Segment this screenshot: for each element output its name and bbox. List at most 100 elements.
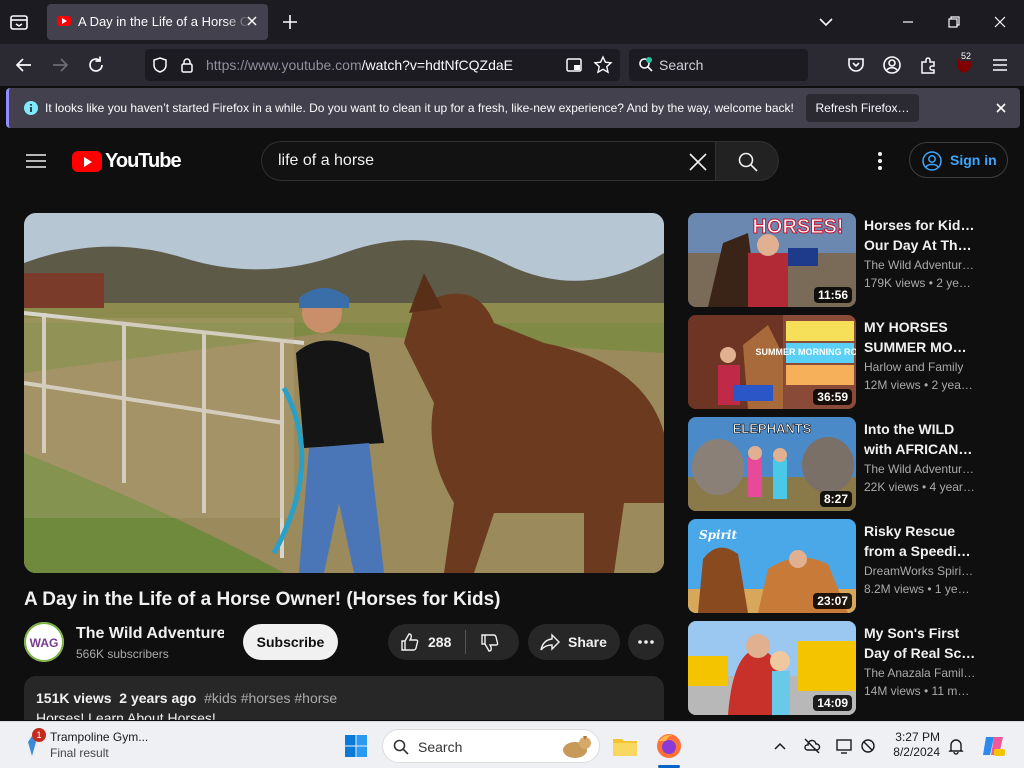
related-video-2[interactable]: SUMMER MORNING ROUTINE 36:59 MY HORSES SU…: [688, 315, 988, 409]
related-title-line1: Into the WILD: [864, 421, 955, 437]
related-meta: 179K views • 2 years ago: [864, 276, 976, 290]
related-title[interactable]: Risky Rescue from a Speeding Train: [864, 521, 976, 561]
related-channel[interactable]: DreamWorks Spirit: [864, 564, 976, 578]
related-title-line1: My Son's First: [864, 625, 960, 641]
url-bar[interactable]: https://www.youtube.com/watch?v=hdtNfCQZ…: [145, 49, 620, 81]
description-box[interactable]: 151K views 2 years ago #kids #horses #ho…: [24, 676, 664, 720]
related-meta: 8.2M views • 1 year ago: [864, 582, 976, 596]
browser-search-bar[interactable]: Search: [629, 49, 808, 81]
thumbs-down-icon[interactable]: [480, 633, 500, 653]
more-actions-button[interactable]: [628, 624, 664, 660]
related-video-4[interactable]: Spirit 23:07 Risky Rescue from a Speeding…: [688, 519, 988, 613]
account-icon[interactable]: [881, 54, 903, 76]
related-meta: 22K views • 4 years ago: [864, 480, 976, 494]
sign-in-button[interactable]: Sign in: [909, 142, 1008, 178]
active-tab[interactable]: A Day in the Life of a Horse Owner! (Hor…: [47, 4, 268, 40]
firefox-icon[interactable]: [654, 731, 684, 761]
search-query-text: life of a horse: [278, 152, 375, 169]
related-title[interactable]: Into the WILD with AFRICAN ELEPHANTS: [864, 419, 976, 459]
upload-age: 2 years ago: [119, 690, 197, 706]
related-title[interactable]: My Son's First Day of Real School: [864, 623, 976, 663]
refresh-firefox-button[interactable]: Refresh Firefox…: [806, 94, 919, 122]
video-duration: 23:07: [813, 593, 852, 609]
video-title: A Day in the Life of a Horse Owner! (Hor…: [24, 589, 501, 610]
copilot-icon[interactable]: [980, 733, 1006, 759]
minimize-window-icon[interactable]: [898, 12, 918, 32]
youtube-search-button[interactable]: [715, 141, 779, 181]
thumbs-up-icon[interactable]: [400, 632, 420, 652]
like-count[interactable]: 288: [428, 634, 451, 650]
widget-title: Trampoline Gym...: [50, 730, 149, 744]
cloud-off-icon[interactable]: [802, 736, 822, 756]
taskbar-search-box[interactable]: Search: [382, 729, 600, 763]
share-button[interactable]: Share: [528, 624, 620, 660]
related-meta: 14M views • 11 months ago: [864, 684, 976, 698]
channel-avatar[interactable]: WAG: [24, 622, 64, 662]
picture-in-picture-icon[interactable]: [565, 56, 583, 74]
related-channel[interactable]: Harlow and Family: [864, 360, 976, 374]
related-channel[interactable]: The Wild Adventure Girl: [864, 258, 976, 272]
extensions-puzzle-icon[interactable]: [917, 54, 939, 76]
chevron-up-icon[interactable]: [770, 736, 790, 756]
file-explorer-icon[interactable]: [610, 731, 640, 761]
related-thumbnail[interactable]: ELEPHANTS 8:27: [688, 417, 856, 511]
related-thumbnail[interactable]: SUMMER MORNING ROUTINE 36:59: [688, 315, 856, 409]
share-label: Share: [568, 634, 607, 650]
related-title-line1: Horses for Kids |: [864, 217, 976, 233]
related-title[interactable]: Horses for Kids | Our Day At The Rodeo: [864, 215, 976, 255]
windows-start-icon[interactable]: [344, 734, 368, 758]
restore-window-icon[interactable]: [944, 12, 964, 32]
related-title-line1: Risky Rescue: [864, 523, 956, 539]
back-arrow-icon[interactable]: [13, 54, 35, 76]
browser-tab-strip: A Day in the Life of a Horse Owner! (Hor…: [0, 0, 1024, 44]
info-icon: [24, 101, 38, 115]
pocket-icon[interactable]: [845, 54, 867, 76]
guide-menu-icon[interactable]: [26, 153, 46, 169]
bookmark-star-icon[interactable]: [593, 55, 613, 75]
lock-icon[interactable]: [178, 56, 196, 74]
refresh-firefox-notification: It looks like you haven’t started Firefo…: [6, 88, 1020, 128]
close-notification-icon[interactable]: [993, 100, 1009, 116]
hamburger-menu-icon[interactable]: [989, 54, 1011, 76]
youtube-search-input[interactable]: life of a horse: [261, 141, 715, 181]
clear-search-icon[interactable]: [688, 152, 708, 172]
hashtags[interactable]: #kids #horses #horse: [204, 690, 337, 706]
widgets-button[interactable]: 1 Trampoline Gym... Final result: [22, 728, 172, 764]
subscribe-button[interactable]: Subscribe: [243, 624, 338, 660]
close-window-icon[interactable]: [990, 12, 1010, 32]
forward-arrow-icon[interactable]: [49, 54, 71, 76]
browser-search-placeholder: Search: [659, 57, 704, 73]
related-thumbnail[interactable]: 14:09: [688, 621, 856, 715]
tab-title: A Day in the Life of a Horse Owner! (Hor…: [78, 14, 250, 29]
related-video-3[interactable]: ELEPHANTS 8:27 Into the WILD with AFRICAN…: [688, 417, 988, 511]
youtube-favicon-icon: [57, 16, 71, 26]
related-channel[interactable]: The Anazala Family: [864, 666, 976, 680]
related-channel[interactable]: The Wild Adventure Girl: [864, 462, 976, 476]
search-icon: [738, 152, 758, 172]
related-thumbnail[interactable]: Spirit 23:07: [688, 519, 856, 613]
subscriber-count: 566K subscribers: [76, 647, 169, 661]
display-icon[interactable]: [834, 736, 854, 756]
more-vertical-icon[interactable]: [870, 150, 890, 172]
related-video-5[interactable]: 14:09 My Son's First Day of Real School T…: [688, 621, 988, 715]
shield-icon[interactable]: [151, 56, 169, 74]
system-clock[interactable]: 3:27 PM 8/2/2024: [888, 730, 940, 760]
like-divider: [465, 630, 466, 654]
taskbar-search-label: Search: [418, 739, 463, 755]
new-tab-plus-icon[interactable]: [280, 12, 300, 32]
video-player[interactable]: [24, 213, 664, 573]
related-channel-name: DreamWorks Spirit: [864, 564, 965, 578]
description-meta: 151K views 2 years ago #kids #horses #ho…: [36, 690, 337, 706]
channel-name[interactable]: The Wild Adventure Girl: [76, 625, 224, 643]
close-tab-icon[interactable]: [244, 13, 260, 29]
reload-icon[interactable]: [85, 54, 107, 76]
video-duration: 36:59: [813, 389, 852, 405]
tab-list-icon[interactable]: [8, 11, 30, 33]
bell-icon[interactable]: [946, 736, 966, 756]
network-off-icon[interactable]: [858, 736, 878, 756]
related-title[interactable]: MY HORSES SUMMER MORNING ROUTINE: [864, 317, 976, 357]
related-thumbnail[interactable]: HORSES! 11:56: [688, 213, 856, 307]
chevron-down-icon[interactable]: [816, 12, 836, 32]
search-engine-icon: [639, 57, 653, 72]
related-video-1[interactable]: HORSES! 11:56 Horses for Kids | Our Day A…: [688, 213, 988, 307]
